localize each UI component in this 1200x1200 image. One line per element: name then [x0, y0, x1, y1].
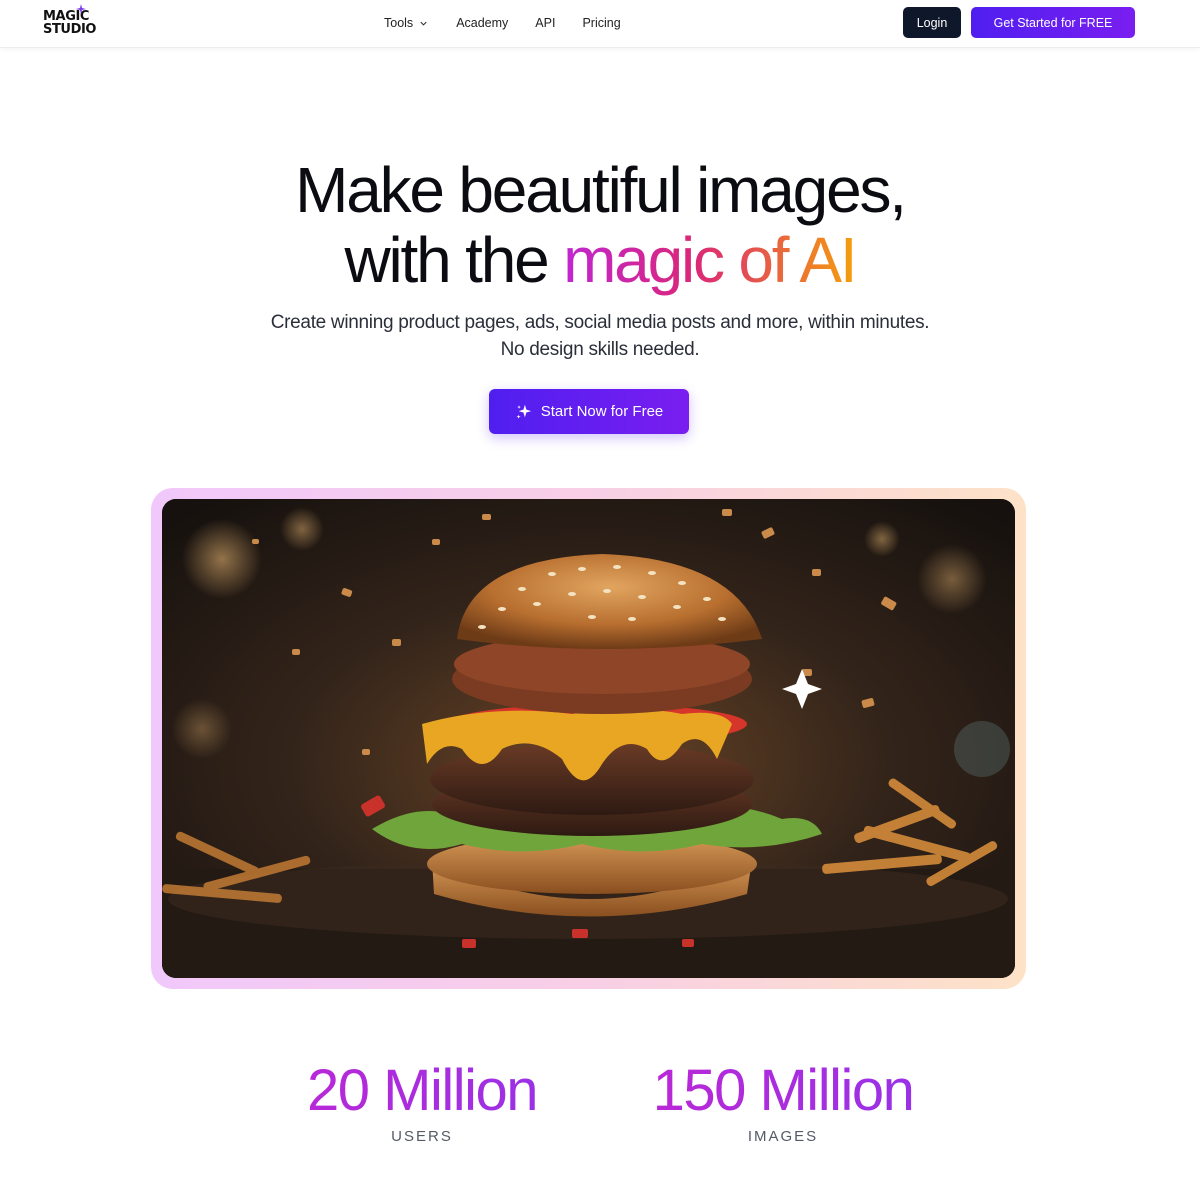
stat-images: 150 Million IMAGES [603, 1058, 963, 1145]
top-navbar: MAGIC STUDIO Tools Academy API Pricing L… [0, 0, 1200, 48]
burger-showcase-image [162, 499, 1015, 978]
nav-api[interactable]: API [535, 14, 555, 32]
burger-illustration [162, 499, 1015, 978]
hero-title-accent: magic of AI [563, 224, 858, 296]
sparkle-icon [516, 404, 531, 419]
hero-subtitle: Create winning product pages, ads, socia… [0, 309, 1200, 363]
login-button[interactable]: Login [903, 7, 961, 38]
hero-subtitle-line1: Create winning product pages, ads, socia… [270, 312, 930, 333]
stat-users-label: USERS [391, 1128, 453, 1145]
hero-title-line2-plain: with the [344, 224, 564, 296]
main-menu: Tools Academy API Pricing [384, 14, 621, 32]
stat-users: 20 Million USERS [242, 1058, 602, 1145]
nav-api-label: API [535, 16, 556, 30]
magic-studio-logo[interactable]: MAGIC STUDIO [43, 4, 99, 40]
logo-sparkle-icon [76, 4, 86, 14]
start-now-button[interactable]: Start Now for Free [489, 389, 689, 434]
hero-subtitle-line2: No design skills needed. [500, 339, 700, 360]
stat-images-value: 150 Million [603, 1058, 963, 1124]
hero-title-line1: Make beautiful images, [295, 154, 907, 226]
nav-academy[interactable]: Academy [456, 14, 508, 32]
nav-tools[interactable]: Tools [384, 14, 428, 32]
showcase-image-frame [151, 488, 1026, 989]
nav-pricing-label: Pricing [582, 16, 621, 30]
logo-word-studio: STUDIO [43, 22, 97, 37]
stat-images-label: IMAGES [747, 1128, 819, 1145]
hero-title: Make beautiful images, with the magic of… [0, 155, 1200, 295]
nav-academy-label: Academy [456, 16, 509, 30]
chevron-down-icon [420, 21, 427, 26]
get-started-button[interactable]: Get Started for FREE [971, 7, 1135, 38]
nav-pricing[interactable]: Pricing [582, 14, 620, 32]
start-now-label: Start Now for Free [540, 403, 664, 420]
nav-tools-label: Tools [384, 16, 414, 30]
stat-users-value: 20 Million [242, 1058, 602, 1124]
